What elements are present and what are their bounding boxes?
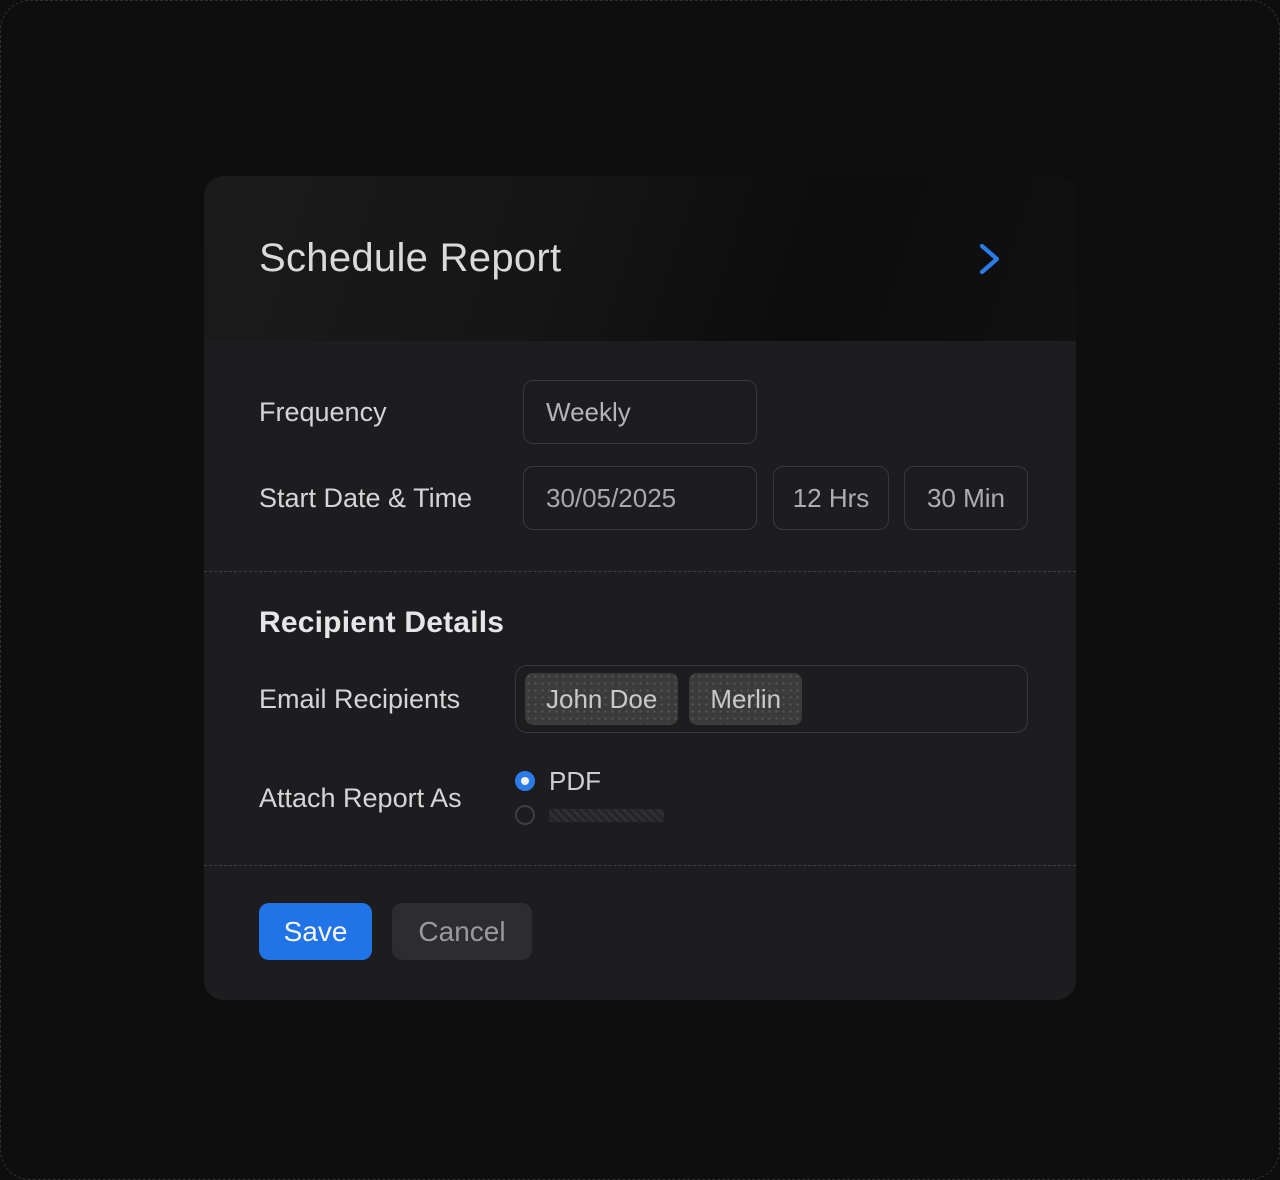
radio-unselected-icon[interactable] bbox=[515, 805, 535, 825]
recipient-chip[interactable]: John Doe bbox=[525, 673, 679, 725]
email-recipients-row: Email Recipients John Doe Merlin bbox=[259, 665, 1028, 733]
email-recipients-input[interactable]: John Doe Merlin bbox=[515, 665, 1028, 733]
start-hours-select[interactable]: 12 Hrs bbox=[773, 466, 889, 530]
attach-format-radio-group: PDF bbox=[515, 766, 664, 826]
schedule-section: Frequency Weekly Start Date & Time 30/05… bbox=[204, 341, 1076, 572]
dialog-header: Schedule Report bbox=[204, 176, 1076, 341]
frequency-label: Frequency bbox=[259, 396, 387, 427]
start-datetime-row: Start Date & Time 30/05/2025 12 Hrs 30 M… bbox=[259, 466, 1028, 530]
start-minutes-select[interactable]: 30 Min bbox=[904, 466, 1028, 530]
dialog-title: Schedule Report bbox=[259, 236, 562, 280]
attach-option-other[interactable] bbox=[515, 804, 664, 826]
cancel-button[interactable]: Cancel bbox=[392, 903, 532, 960]
attach-option-pdf-label: PDF bbox=[549, 765, 601, 796]
radio-selected-icon[interactable] bbox=[515, 771, 535, 791]
recipient-chip[interactable]: Merlin bbox=[689, 673, 803, 725]
dialog-footer: Save Cancel bbox=[204, 866, 1076, 1000]
attach-report-row: Attach Report As PDF bbox=[259, 766, 1028, 826]
attach-report-label: Attach Report As bbox=[259, 782, 462, 813]
attach-option-pdf[interactable]: PDF bbox=[515, 766, 664, 796]
chevron-right-icon[interactable] bbox=[977, 242, 1002, 276]
start-datetime-label: Start Date & Time bbox=[259, 482, 473, 513]
frequency-row: Frequency Weekly bbox=[259, 380, 1028, 444]
save-button[interactable]: Save bbox=[259, 903, 372, 960]
recipient-details-heading: Recipient Details bbox=[259, 606, 505, 639]
schedule-report-dialog: Schedule Report Frequency Weekly Start D… bbox=[204, 176, 1076, 1000]
email-recipients-label: Email Recipients bbox=[259, 683, 461, 714]
frequency-select[interactable]: Weekly bbox=[523, 380, 757, 444]
start-date-input[interactable]: 30/05/2025 bbox=[523, 466, 757, 530]
recipient-details-section: Recipient Details Email Recipients John … bbox=[204, 572, 1076, 866]
skeleton-placeholder bbox=[549, 808, 664, 822]
